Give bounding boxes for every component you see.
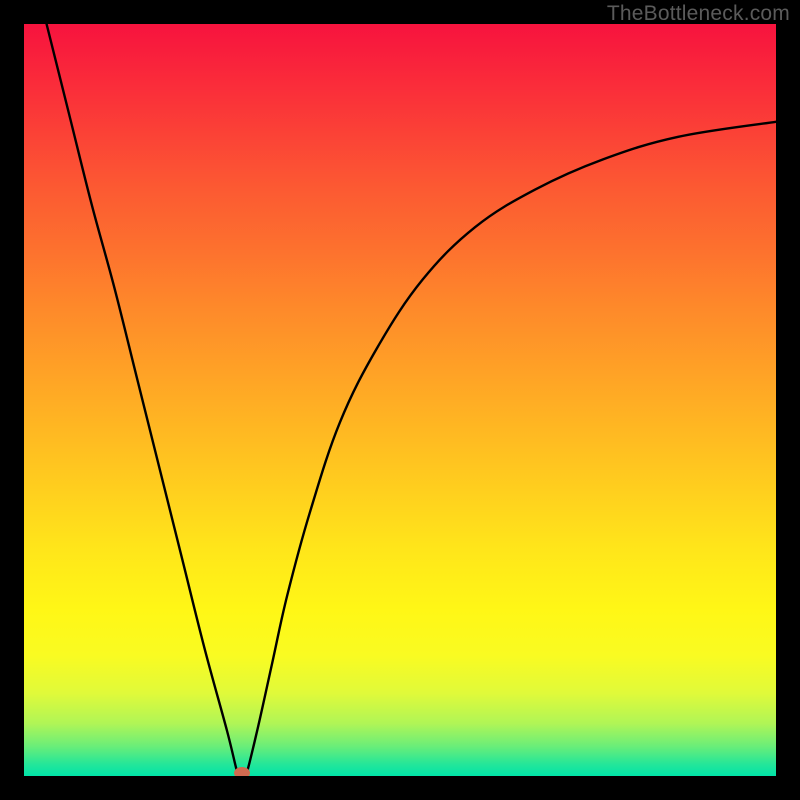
plot-area — [24, 24, 776, 776]
watermark-text: TheBottleneck.com — [607, 2, 790, 26]
minimum-marker — [234, 767, 250, 776]
chart-frame: TheBottleneck.com — [0, 0, 800, 800]
bottleneck-curve — [24, 24, 776, 776]
